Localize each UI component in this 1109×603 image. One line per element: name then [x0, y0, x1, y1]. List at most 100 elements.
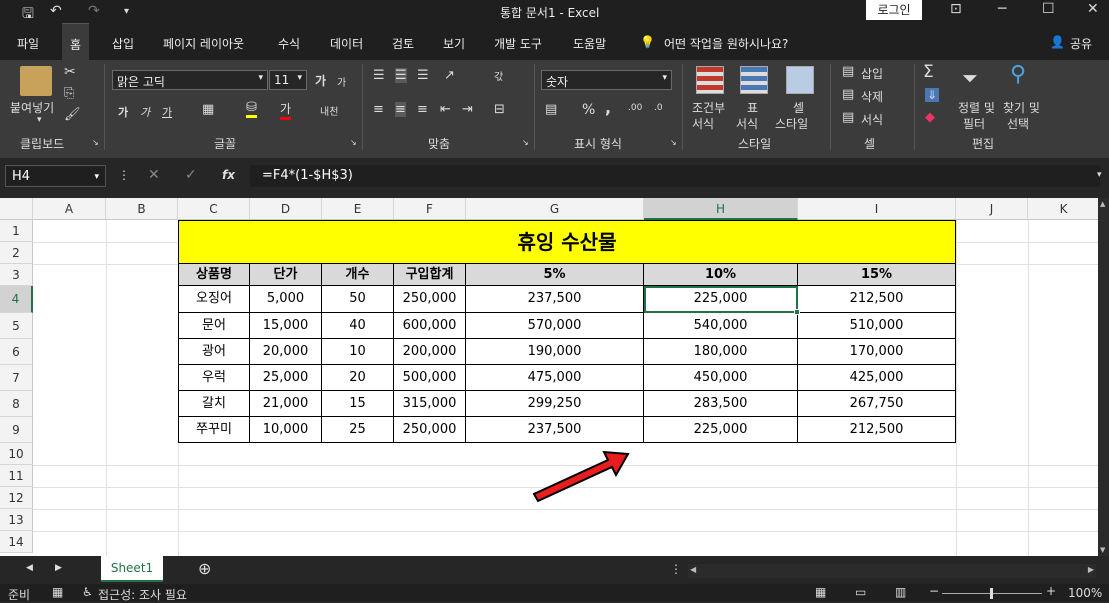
table-cell[interactable]: 315,000 [394, 391, 466, 417]
row-header-10[interactable]: 10 [0, 443, 33, 465]
sheet-tab-sheet1[interactable]: Sheet1 [101, 556, 163, 582]
row-header-11[interactable]: 11 [0, 465, 33, 487]
row-header-6[interactable]: 6 [0, 339, 33, 365]
fill-handle[interactable] [794, 309, 800, 315]
name-box[interactable]: H4 ▾ [5, 165, 106, 187]
row-header-7[interactable]: 7 [0, 365, 33, 391]
autosum-icon[interactable]: Σ [923, 62, 934, 82]
table-cell[interactable]: 10 [322, 339, 394, 365]
orientation-icon[interactable]: ↗ [444, 68, 455, 83]
clear-icon[interactable]: ◆ [925, 110, 935, 125]
tab-file[interactable]: 파일 [17, 35, 39, 52]
add-sheet-icon[interactable]: ⊕ [198, 559, 211, 578]
insert-cells-icon[interactable]: ▤ [842, 64, 854, 79]
merge-center-icon[interactable]: ⊟ [494, 102, 505, 117]
col-header-k[interactable]: K [1028, 198, 1100, 220]
tell-me-input[interactable]: 어떤 작업을 원하시나요? [664, 35, 788, 52]
tab-formulas[interactable]: 수식 [278, 35, 300, 52]
table-cell[interactable]: 20,000 [250, 339, 322, 365]
col-header-a[interactable]: A [33, 198, 106, 220]
cond-format-l2[interactable]: 서식 [692, 115, 714, 132]
cell-style-l1[interactable]: 셀 [793, 99, 804, 116]
tab-view[interactable]: 보기 [443, 35, 465, 52]
table-cell[interactable]: 200,000 [394, 339, 466, 365]
format-cells-button[interactable]: 서식 [861, 111, 883, 128]
cond-format-l1[interactable]: 조건부 [692, 99, 725, 116]
table-cell[interactable]: 오징어 [178, 286, 250, 313]
find-l1[interactable]: 찾기 및 [1003, 99, 1040, 116]
select-all-corner[interactable] [0, 198, 33, 220]
col-header-d[interactable]: D [250, 198, 322, 220]
dialog-launcher-icon[interactable]: ↘ [92, 138, 99, 147]
copy-icon[interactable]: ⎘ [64, 86, 74, 101]
decrease-decimal-icon[interactable]: .0 [654, 103, 663, 113]
table-cell[interactable]: 600,000 [394, 313, 466, 339]
normal-view-icon[interactable]: ▦ [815, 585, 826, 599]
table-cell[interactable]: 25 [322, 417, 394, 443]
table-cell[interactable]: 갈치 [178, 391, 250, 417]
table-l2[interactable]: 서식 [736, 115, 758, 132]
prev-sheet-icon[interactable]: ◀ [26, 563, 33, 573]
row-header-2[interactable]: 2 [0, 242, 33, 264]
table-cell[interactable]: 212,500 [798, 417, 956, 443]
table-cell[interactable]: 20 [322, 365, 394, 391]
header-cell[interactable]: 상품명 [178, 264, 250, 286]
table-cell[interactable]: 237,500 [466, 286, 644, 313]
tab-help[interactable]: 도움말 [573, 35, 606, 52]
table-cell[interactable]: 212,500 [798, 286, 956, 313]
col-header-j[interactable]: J [956, 198, 1028, 220]
italic-button[interactable]: 가 [140, 104, 150, 120]
formula-input[interactable]: =F4*(1-$H$3) [250, 165, 1100, 187]
font-color-button[interactable]: 가 [280, 100, 292, 120]
font-size-combo[interactable]: 11 ▾ [269, 70, 307, 90]
table-cell[interactable]: 299,250 [466, 391, 644, 417]
row-header-12[interactable]: 12 [0, 487, 33, 509]
borders-icon[interactable]: ▦ [202, 102, 214, 117]
header-cell[interactable]: 구입합계 [394, 264, 466, 286]
macro-record-icon[interactable]: ▦ [52, 585, 63, 599]
table-cell[interactable]: 237,500 [466, 417, 644, 443]
phonetic-button[interactable]: 내천 [320, 103, 338, 118]
table-cell[interactable]: 25,000 [250, 365, 322, 391]
find-select-icon[interactable]: ⚲ [1010, 62, 1026, 87]
delete-cells-icon[interactable]: ▤ [842, 87, 854, 102]
login-button[interactable]: 로그인 [866, 0, 922, 20]
percent-style-button[interactable]: % [582, 102, 595, 118]
row-header-14[interactable]: 14 [0, 531, 33, 553]
align-left-icon[interactable]: ≡ [373, 102, 384, 117]
conditional-format-icon[interactable] [696, 66, 724, 94]
format-cells-icon[interactable]: ▤ [842, 110, 854, 125]
sheet-title-cell[interactable]: 휴잉 수산물 [178, 220, 956, 264]
table-cell[interactable]: 180,000 [644, 339, 798, 365]
cell-styles-icon[interactable] [786, 66, 814, 94]
table-cell[interactable]: 10,000 [250, 417, 322, 443]
sort-filter-icon[interactable]: ⏷ [962, 66, 978, 90]
row-header-9[interactable]: 9 [0, 417, 33, 443]
dialog-launcher-icon[interactable]: ↘ [522, 138, 529, 147]
comma-style-button[interactable]: , [605, 98, 611, 117]
zoom-in-icon[interactable]: + [1046, 584, 1056, 598]
paste-icon[interactable] [20, 66, 52, 96]
vertical-scrollbar[interactable]: ▲ ▼ [1098, 198, 1109, 556]
table-cell[interactable]: 267,750 [798, 391, 956, 417]
table-cell[interactable]: 250,000 [394, 417, 466, 443]
close-icon[interactable]: ✕ [1087, 1, 1099, 17]
col-header-e[interactable]: E [322, 198, 394, 220]
row-header-4[interactable]: 4 [0, 286, 33, 313]
minimize-icon[interactable]: ─ [998, 1, 1006, 17]
zoom-slider-thumb[interactable] [990, 588, 993, 599]
page-layout-view-icon[interactable]: ▭ [855, 585, 866, 599]
decrease-indent-icon[interactable]: ⇤ [440, 102, 451, 117]
header-cell[interactable]: 10% [644, 264, 798, 286]
shrink-font-button[interactable]: 가 [337, 74, 346, 89]
page-break-view-icon[interactable]: ▥ [895, 585, 906, 599]
col-header-g[interactable]: G [466, 198, 644, 220]
paste-button-label[interactable]: 붙여넣기 [10, 99, 54, 116]
table-cell[interactable]: 15,000 [250, 313, 322, 339]
expand-formula-bar-icon[interactable]: ▾ [1097, 170, 1102, 180]
ribbon-display-icon[interactable]: ⊡ [950, 1, 962, 17]
worksheet-grid[interactable]: A B C D E F G H I J K 1 2 3 4 5 6 7 8 9 … [0, 198, 1109, 556]
redo-icon[interactable]: ↷ [88, 3, 100, 19]
table-l1[interactable]: 표 [747, 99, 758, 116]
share-icon[interactable]: 👤 [1050, 35, 1065, 49]
